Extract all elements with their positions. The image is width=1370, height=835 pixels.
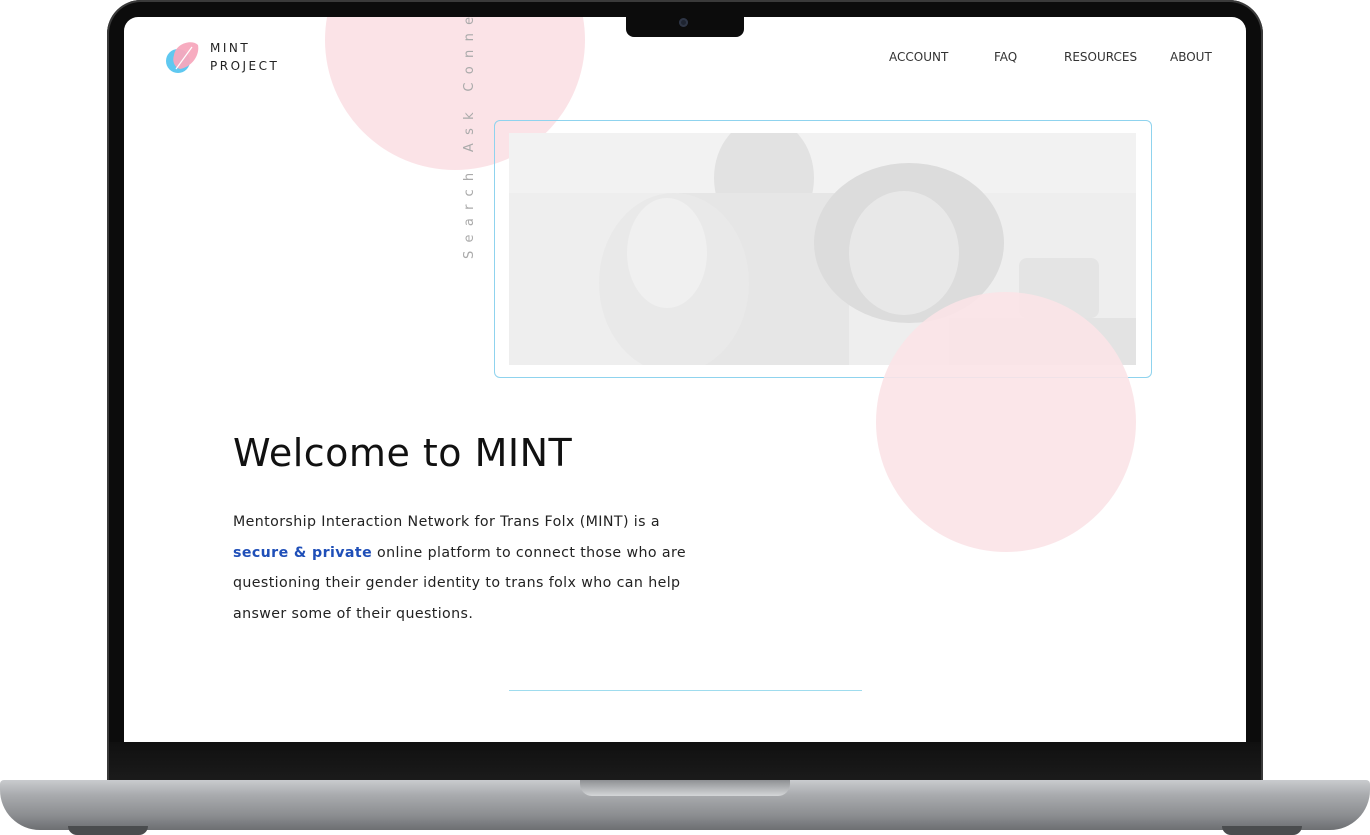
camera-icon: [679, 18, 688, 27]
laptop-foot-left: [68, 826, 148, 835]
hero-description-highlight: secure & private: [233, 544, 373, 561]
camera-notch: [626, 14, 744, 37]
laptop-base-lip: [580, 780, 790, 796]
laptop-bezel-bottom: [109, 742, 1261, 784]
brand-name-line2: PROJECT: [210, 59, 280, 73]
nav-item-account[interactable]: ACCOUNT: [889, 50, 994, 64]
brand-logo[interactable]: MINT PROJECT: [164, 39, 279, 75]
nav-item-about[interactable]: ABOUT: [1170, 50, 1212, 64]
nav-item-resources[interactable]: RESOURCES: [1064, 50, 1170, 64]
top-nav: ACCOUNT FAQ RESOURCES ABOUT: [889, 50, 1212, 64]
hero-description: Mentorship Interaction Network for Trans…: [233, 507, 703, 629]
decorative-pink-circle-right: [876, 292, 1136, 552]
brand-name-line1: MINT: [210, 41, 251, 55]
nav-item-faq[interactable]: FAQ: [994, 50, 1064, 64]
brand-name: MINT PROJECT: [210, 39, 279, 75]
hero-tagline: Search Ask Connect: [462, 17, 477, 259]
laptop-foot-right: [1222, 826, 1302, 835]
hero-title: Welcome to MINT: [233, 431, 573, 475]
web-page: MINT PROJECT ACCOUNT FAQ RESOURCES ABOUT…: [124, 17, 1246, 742]
hero-description-start: Mentorship Interaction Network for Trans…: [233, 514, 660, 530]
pink-blue-leaf-icon: [164, 39, 200, 75]
section-divider: [509, 690, 862, 691]
